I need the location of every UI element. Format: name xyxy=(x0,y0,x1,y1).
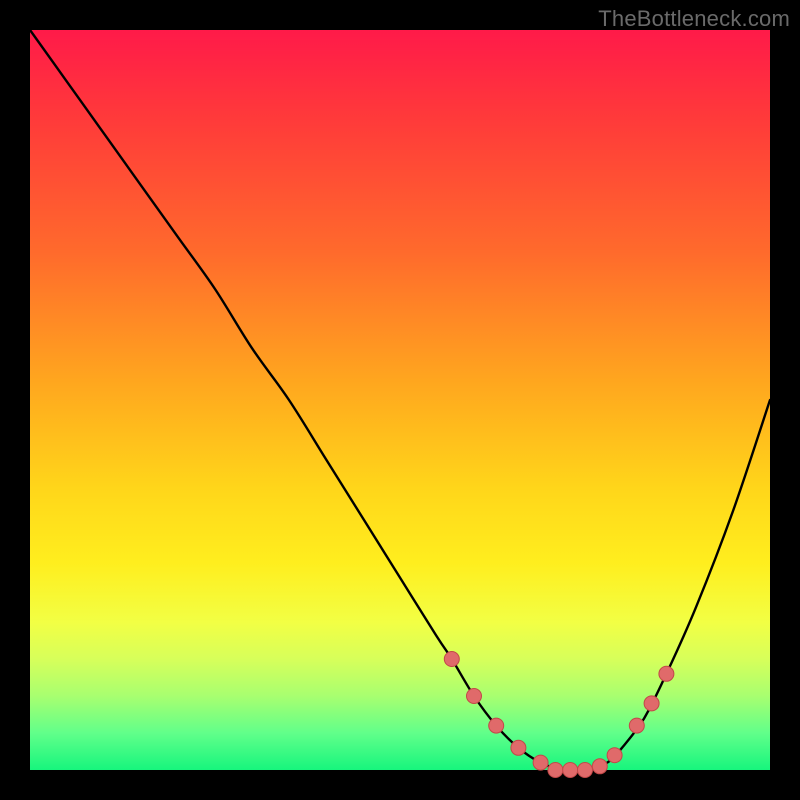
marker-group xyxy=(444,652,674,778)
marker-dot xyxy=(444,652,459,667)
marker-dot xyxy=(563,763,578,778)
marker-dot xyxy=(489,718,504,733)
marker-dot xyxy=(578,763,593,778)
chart-frame: TheBottleneck.com xyxy=(0,0,800,800)
marker-dot xyxy=(629,718,644,733)
bottleneck-curve xyxy=(30,30,770,771)
marker-dot xyxy=(467,689,482,704)
marker-dot xyxy=(592,759,607,774)
plot-area xyxy=(30,30,770,770)
marker-dot xyxy=(607,748,622,763)
watermark-label: TheBottleneck.com xyxy=(598,6,790,32)
marker-dot xyxy=(644,696,659,711)
marker-dot xyxy=(548,763,563,778)
curve-svg xyxy=(30,30,770,770)
marker-dot xyxy=(511,740,526,755)
marker-dot xyxy=(533,755,548,770)
marker-dot xyxy=(659,666,674,681)
